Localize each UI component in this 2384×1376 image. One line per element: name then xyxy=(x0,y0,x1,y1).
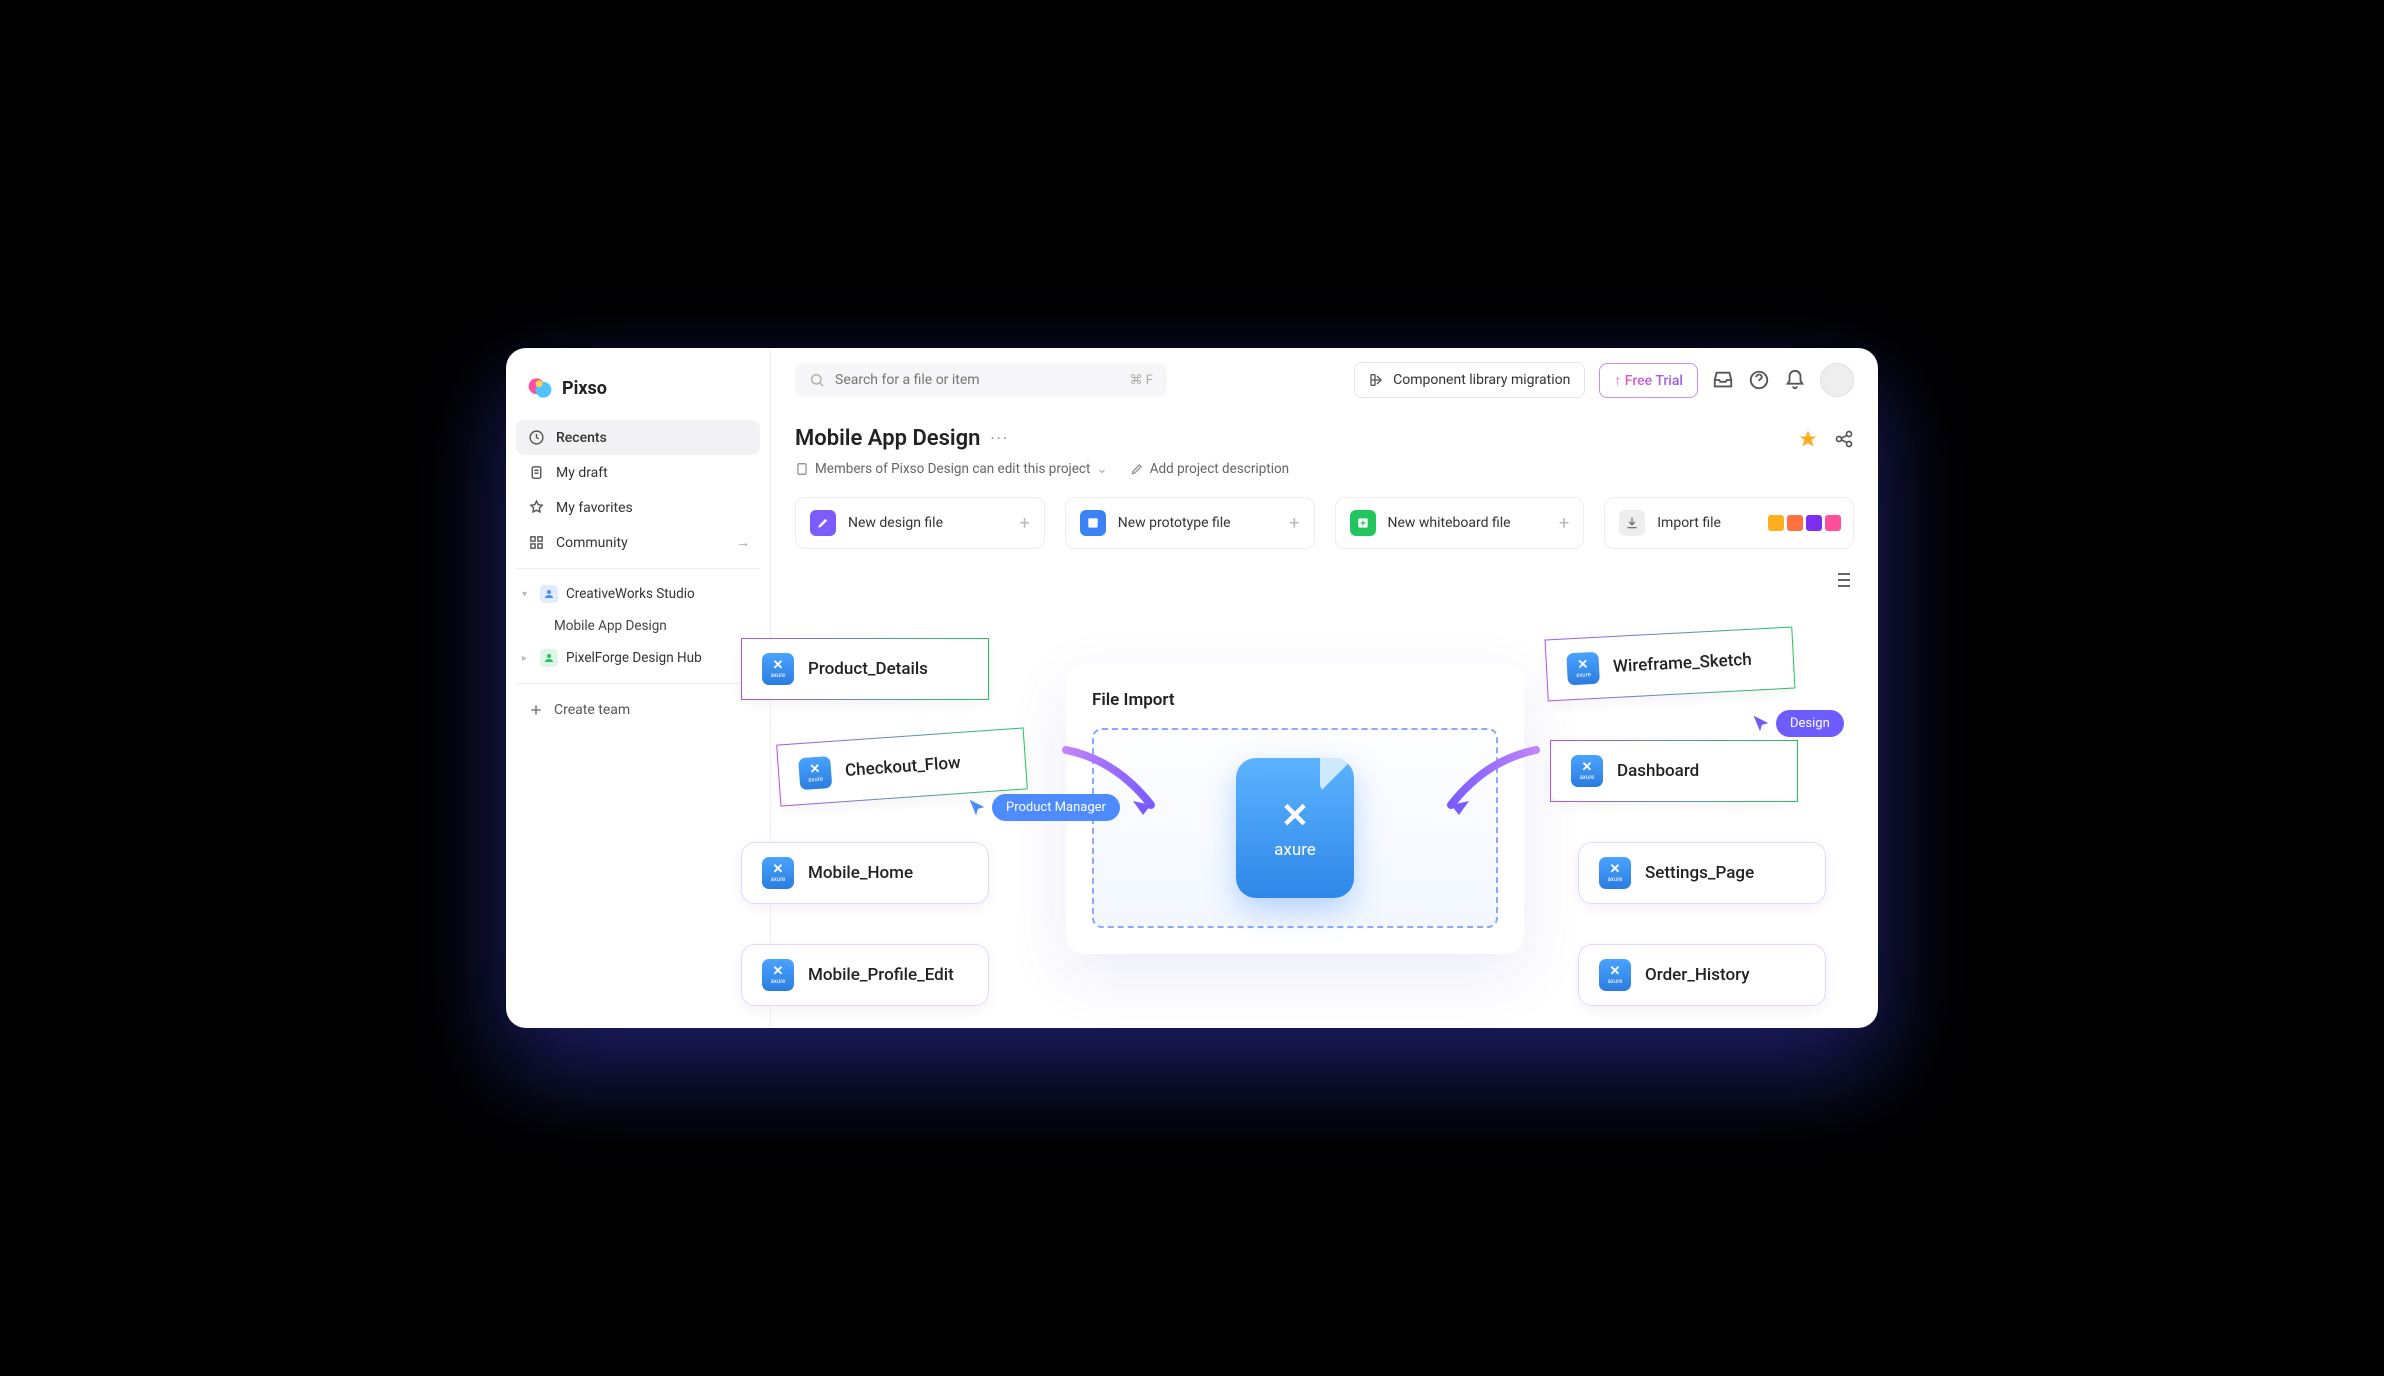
whiteboard-icon xyxy=(1350,510,1376,536)
project-title: Mobile App Design xyxy=(795,426,980,451)
title-row: Mobile App Design ··· xyxy=(795,426,1854,451)
button-label: Component library migration xyxy=(1393,372,1570,388)
rp-badge-icon xyxy=(1825,515,1841,531)
free-trial-button[interactable]: ↑ Free Trial xyxy=(1599,363,1698,398)
nav-label: My draft xyxy=(556,465,608,481)
divider xyxy=(516,568,760,569)
file-icon xyxy=(528,464,545,481)
team-avatar-icon xyxy=(540,649,558,667)
import-icon xyxy=(1619,510,1645,536)
doc-icon xyxy=(795,462,809,476)
team-name: PixelForge Design Hub xyxy=(566,650,702,666)
pixso-logo-icon xyxy=(526,374,554,402)
members-permission[interactable]: Members of Pixso Design can edit this pr… xyxy=(795,461,1108,477)
xd-badge-icon xyxy=(1806,515,1822,531)
import-badges xyxy=(1768,515,1841,531)
nav-recents[interactable]: Recents xyxy=(516,420,760,455)
meta-text: Add project description xyxy=(1150,461,1289,477)
arrow-right-icon: → xyxy=(736,534,750,551)
inbox-icon[interactable] xyxy=(1712,369,1734,391)
search-input[interactable]: ⌘ F xyxy=(795,363,1167,397)
user-avatar[interactable] xyxy=(1820,363,1854,397)
help-icon[interactable] xyxy=(1748,369,1770,391)
project-meta: Members of Pixso Design can edit this pr… xyxy=(795,461,1854,477)
chevron-down-icon: ⌄ xyxy=(1096,461,1107,477)
nav-community[interactable]: Community → xyxy=(516,525,760,560)
card-label: New whiteboard file xyxy=(1388,515,1511,531)
plus-icon: + xyxy=(1020,513,1030,534)
clock-icon xyxy=(528,429,545,446)
logo-text: Pixso xyxy=(562,378,607,399)
grid-icon xyxy=(528,534,545,551)
card-label: Import file xyxy=(1657,515,1721,531)
logo[interactable]: Pixso xyxy=(516,368,760,420)
file-import-panel: File Import ✕ axure xyxy=(1066,664,1524,954)
nav-my-favorites[interactable]: My favorites xyxy=(516,490,760,525)
plus-icon: + xyxy=(1559,513,1569,534)
plus-icon: + xyxy=(1289,513,1299,534)
nav-label: Recents xyxy=(556,430,607,446)
search-field[interactable] xyxy=(835,372,1120,388)
card-label: New prototype file xyxy=(1118,515,1231,531)
figma-badge-icon xyxy=(1787,515,1803,531)
list-view-icon[interactable] xyxy=(1830,568,1854,592)
component-migration-button[interactable]: Component library migration xyxy=(1354,362,1585,398)
nav-my-draft[interactable]: My draft xyxy=(516,455,760,490)
panel-title: File Import xyxy=(1092,690,1498,710)
card-label: New design file xyxy=(848,515,943,531)
sidebar: Pixso Recents My draft My favorites Comm… xyxy=(506,348,771,1028)
search-shortcut: ⌘ F xyxy=(1130,373,1153,388)
new-file-row: New design file + New prototype file + N… xyxy=(795,497,1854,549)
meta-text: Members of Pixso Design can edit this pr… xyxy=(815,461,1090,477)
project-link[interactable]: Mobile App Design xyxy=(516,611,760,641)
pin-icon[interactable] xyxy=(1798,429,1818,449)
caret-down-icon: ▾ xyxy=(522,589,532,600)
axure-label: axure xyxy=(1274,840,1316,860)
topbar: ⌘ F Component library migration ↑ Free T… xyxy=(795,362,1854,398)
caret-right-icon: ▸ xyxy=(522,653,532,664)
team-name: CreativeWorks Studio xyxy=(566,586,695,602)
create-team-button[interactable]: Create team xyxy=(516,692,760,728)
dropzone[interactable]: ✕ axure xyxy=(1092,728,1498,928)
more-menu-icon[interactable]: ··· xyxy=(990,429,1009,448)
share-icon[interactable] xyxy=(1834,429,1854,449)
search-icon xyxy=(809,372,825,388)
new-prototype-card[interactable]: New prototype file + xyxy=(1065,497,1315,549)
sketch-badge-icon xyxy=(1768,515,1784,531)
nav-label: My favorites xyxy=(556,500,633,516)
design-icon xyxy=(810,510,836,536)
import-file-card[interactable]: Import file xyxy=(1604,497,1854,549)
team-creativeworks[interactable]: ▾ CreativeWorks Studio xyxy=(516,577,760,611)
create-team-label: Create team xyxy=(554,702,630,718)
star-icon xyxy=(528,499,545,516)
team-avatar-icon xyxy=(540,585,558,603)
nav-label: Community xyxy=(556,535,628,551)
new-design-card[interactable]: New design file + xyxy=(795,497,1045,549)
prototype-icon xyxy=(1080,510,1106,536)
pencil-icon xyxy=(1130,462,1144,476)
divider xyxy=(516,683,760,684)
migrate-icon xyxy=(1369,372,1385,388)
app-window: Pixso Recents My draft My favorites Comm… xyxy=(506,348,1878,1028)
bell-icon[interactable] xyxy=(1784,369,1806,391)
plus-icon xyxy=(528,702,544,718)
add-description[interactable]: Add project description xyxy=(1130,461,1289,477)
team-pixelforge[interactable]: ▸ PixelForge Design Hub xyxy=(516,641,760,675)
axure-file-icon: ✕ axure xyxy=(1236,758,1354,898)
new-whiteboard-card[interactable]: New whiteboard file + xyxy=(1335,497,1585,549)
